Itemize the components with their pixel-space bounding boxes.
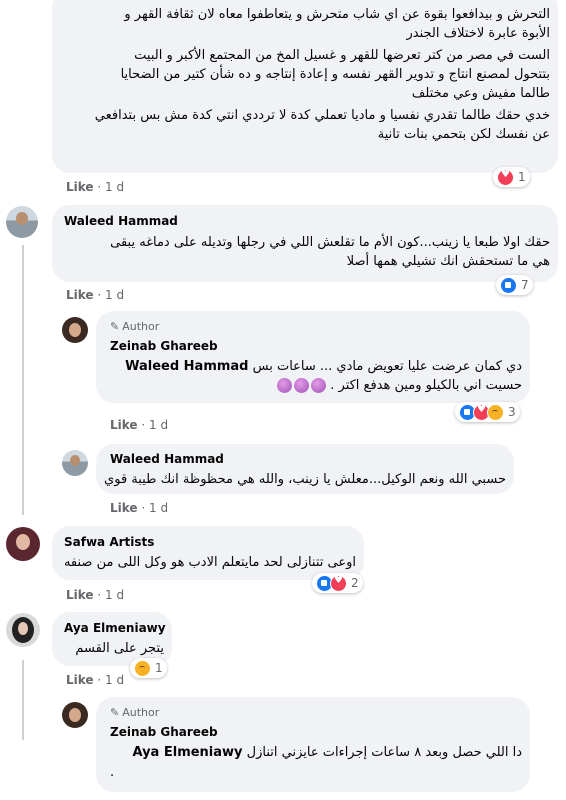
reaction-summary[interactable]: 7 (496, 275, 533, 295)
comment-text: التحرش و بيدافعوا بقوة عن اي شاب متحرش و… (94, 7, 550, 142)
timestamp[interactable]: 1 d (105, 288, 124, 302)
comment-actions: Like · 1 d (66, 673, 125, 687)
like-link[interactable]: Like (66, 180, 94, 194)
author-badge: ✎ Author (110, 320, 160, 333)
reaction-summary[interactable]: 1 (130, 658, 167, 678)
timestamp[interactable]: 1 d (105, 673, 124, 687)
comment-text: حسبي الله ونعم الوكيل...معلش يا زينب، وا… (104, 472, 506, 487)
comment-actions: Like · 1 d (66, 288, 125, 302)
like-link[interactable]: Like (110, 418, 138, 432)
comment-text: حقك اولا طبعا يا زينب...كون الأم ما تقلع… (110, 235, 550, 269)
love-reaction-icon (497, 168, 514, 186)
love-reaction-icon (330, 574, 347, 592)
avatar[interactable] (62, 450, 88, 476)
emoji-icon (277, 378, 293, 393)
comment-text: . (110, 765, 115, 780)
reaction-summary[interactable]: 1 (493, 167, 530, 187)
comment-actions: Like · 1 d (110, 501, 169, 515)
timestamp[interactable]: 1 d (149, 418, 168, 432)
commenter-name[interactable]: Zeinab Ghareeb (110, 339, 218, 353)
comment-actions: Like · 1 d (66, 588, 125, 602)
comment-text: يتجر على القسم (75, 641, 164, 656)
pencil-icon: ✎ (110, 320, 120, 333)
thread-line (22, 245, 24, 515)
comment-actions: Like · 1 d (110, 418, 169, 432)
avatar[interactable] (62, 702, 88, 728)
avatar[interactable] (62, 317, 88, 343)
pencil-icon: ✎ (110, 706, 120, 719)
timestamp[interactable]: 1 d (105, 180, 124, 194)
mention-link[interactable]: Waleed Hammad (125, 359, 248, 374)
commenter-name[interactable]: Waleed Hammad (64, 214, 178, 228)
like-link[interactable]: Like (66, 288, 94, 302)
author-badge: ✎ Author (110, 706, 160, 719)
like-reaction-icon (500, 276, 517, 294)
mention-link[interactable]: Aya Elmeniawy (132, 745, 242, 760)
avatar[interactable] (6, 613, 40, 647)
timestamp[interactable]: 1 d (149, 501, 168, 515)
comment-text: دي كمان عرضت عليا تعويض مادي ... ساعات ب… (125, 359, 522, 393)
timestamp[interactable]: 1 d (105, 588, 124, 602)
comment-text: دا اللي حصل وبعد ٨ ساعات إجراءات عايزني … (132, 745, 522, 760)
commenter-name[interactable]: Zeinab Ghareeb (110, 725, 218, 739)
emoji-icon (311, 378, 327, 393)
care-reaction-icon (134, 659, 151, 677)
commenter-name[interactable]: Safwa Artists (64, 535, 154, 549)
like-link[interactable]: Like (66, 588, 94, 602)
reaction-summary[interactable]: 3 (455, 402, 520, 422)
like-link[interactable]: Like (110, 501, 138, 515)
thread-line (22, 660, 24, 740)
sad-reaction-icon (487, 403, 504, 421)
like-link[interactable]: Like (66, 673, 94, 687)
comment-actions: Like · 1 d (66, 180, 125, 194)
commenter-name[interactable]: Aya Elmeniawy (64, 621, 166, 635)
reaction-summary[interactable]: 2 (312, 573, 363, 593)
avatar[interactable] (6, 527, 40, 561)
commenter-name[interactable]: Waleed Hammad (110, 452, 224, 466)
emoji-icon (294, 378, 310, 393)
avatar[interactable] (6, 206, 38, 238)
comment-text: اوعى تتنازلى لحد مايتعلم الادب هو وكل ال… (63, 555, 356, 570)
